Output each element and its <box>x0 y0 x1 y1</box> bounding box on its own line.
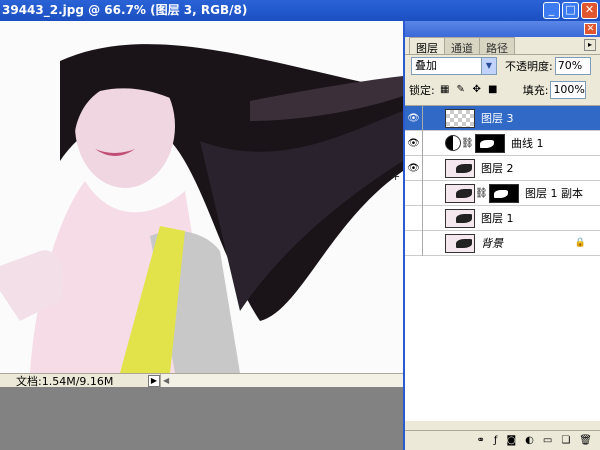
lock-label: 锁定: <box>409 84 435 97</box>
visibility-toggle[interactable] <box>405 180 423 206</box>
layer-row[interactable]: ⛓ 图层 1 副本 <box>405 180 600 206</box>
layer-row[interactable]: 背景 🔒 <box>405 230 600 256</box>
status-bar: 文档:1.54M/9.16M ▶ ◀ <box>0 373 403 388</box>
layer-name: 曲线 1 <box>511 137 544 150</box>
opacity-input[interactable]: 70% <box>554 57 591 75</box>
layers-panel: ✕ 图层 通道 路径 ▸ 叠加 ▼ 不透明度: 70% 锁定: ▦ ✎ ✥ ■ … <box>403 21 600 450</box>
link-slot[interactable] <box>423 106 441 131</box>
photoshop-window: 39443_2.jpg @ 66.7% (图层 3, RGB/8) _ □ ✕ … <box>0 0 600 450</box>
layer-mask-thumbnail <box>489 183 519 203</box>
layer-name: 图层 1 <box>481 212 514 225</box>
horizontal-scrollbar[interactable]: ◀ <box>160 373 403 388</box>
status-menu-arrow-icon[interactable]: ▶ <box>148 374 160 387</box>
tab-layers[interactable]: 图层 <box>409 37 445 55</box>
layer-row[interactable]: 👁 图层 3 <box>405 105 600 131</box>
new-layer-icon[interactable]: ❏ <box>561 435 570 446</box>
visibility-toggle[interactable] <box>405 230 423 256</box>
fill-label: 填充: <box>522 84 549 97</box>
link-slot[interactable] <box>423 156 441 181</box>
layer-mask-thumbnail <box>475 133 505 153</box>
layer-row[interactable]: 图层 1 <box>405 205 600 231</box>
layer-name: 图层 2 <box>481 162 514 175</box>
blend-mode-value: 叠加 <box>415 59 437 72</box>
close-button[interactable]: ✕ <box>581 2 598 19</box>
link-layers-icon[interactable]: ⚭ <box>477 435 485 446</box>
delete-layer-icon[interactable]: 🗑 <box>579 435 592 446</box>
curves-adjustment-icon <box>445 135 461 151</box>
document-title: 39443_2.jpg @ 66.7% (图层 3, RGB/8) <box>2 3 248 17</box>
workspace-background <box>0 387 403 450</box>
adjustment-layer-icon[interactable]: ◐ <box>525 435 534 446</box>
image-canvas[interactable] <box>0 21 403 373</box>
add-mask-icon[interactable]: ◙ <box>506 435 516 446</box>
layer-thumbnail <box>445 208 475 228</box>
layer-style-icon[interactable]: ƒ <box>494 435 498 446</box>
lock-fill-row: 锁定: ▦ ✎ ✥ ■ 填充: 100% <box>409 81 600 99</box>
layer-name: 背景 <box>481 237 503 250</box>
layer-name: 图层 1 副本 <box>525 187 583 200</box>
panel-footer: ⚭ ƒ ◙ ◐ ▭ ❏ 🗑 <box>405 430 600 450</box>
watermark: Bai 经验 <box>468 398 530 416</box>
layer-row[interactable]: 👁 ⛓ 曲线 1 <box>405 130 600 156</box>
link-slot[interactable] <box>423 231 441 256</box>
blend-mode-select[interactable]: 叠加 ▼ <box>411 57 497 75</box>
chevron-down-icon[interactable]: ▼ <box>481 58 496 74</box>
blend-opacity-row: 叠加 ▼ 不透明度: 70% <box>411 57 600 75</box>
mask-link-icon[interactable]: ⛓ <box>475 188 488 199</box>
lock-transparent-icon[interactable]: ▦ <box>439 84 451 96</box>
eye-icon[interactable]: 👁 <box>405 155 423 181</box>
panel-tabs: 图层 通道 路径 ▸ <box>405 37 600 55</box>
visibility-toggle[interactable] <box>405 205 423 231</box>
layer-name: 图层 3 <box>481 112 514 125</box>
mask-link-icon[interactable]: ⛓ <box>461 138 474 149</box>
layer-thumbnail <box>445 233 475 253</box>
photo-woman-flowing-hair <box>0 21 403 373</box>
document-title-bar[interactable]: 39443_2.jpg @ 66.7% (图层 3, RGB/8) <box>0 0 600 21</box>
panel-title-bar[interactable]: ✕ <box>405 21 600 37</box>
fill-input[interactable]: 100% <box>550 81 587 99</box>
minimize-button[interactable]: _ <box>543 2 560 19</box>
lock-move-icon[interactable]: ✥ <box>471 84 483 96</box>
maximize-button[interactable]: □ <box>562 2 579 19</box>
layer-list: 👁 图层 3 👁 ⛓ 曲线 1 👁 图层 2 ⛓ 图层 1 副本 图层 1 背景… <box>405 105 600 421</box>
tab-channels[interactable]: 通道 <box>444 37 480 55</box>
panel-close-icon[interactable]: ✕ <box>584 23 597 35</box>
window-controls: _ □ ✕ <box>543 2 598 19</box>
link-slot[interactable] <box>423 181 441 206</box>
layer-row[interactable]: 👁 图层 2 <box>405 155 600 181</box>
link-slot[interactable] <box>423 206 441 231</box>
opacity-label: 不透明度: <box>505 60 553 73</box>
lock-all-icon[interactable]: ■ <box>487 84 499 96</box>
layer-thumbnail <box>445 108 475 128</box>
crosshair-cursor-icon: + <box>391 170 401 183</box>
panel-menu-icon[interactable]: ▸ <box>584 39 596 51</box>
layer-thumbnail <box>445 158 475 178</box>
scroll-left-icon[interactable]: ◀ <box>163 376 169 385</box>
eye-icon[interactable]: 👁 <box>405 130 423 156</box>
layer-thumbnail <box>445 183 475 203</box>
new-group-icon[interactable]: ▭ <box>543 435 552 446</box>
lock-icon: 🔒 <box>574 238 586 248</box>
eye-icon[interactable]: 👁 <box>405 105 423 131</box>
lock-brush-icon[interactable]: ✎ <box>455 84 467 96</box>
tab-paths[interactable]: 路径 <box>479 37 515 55</box>
link-slot[interactable] <box>423 131 441 156</box>
